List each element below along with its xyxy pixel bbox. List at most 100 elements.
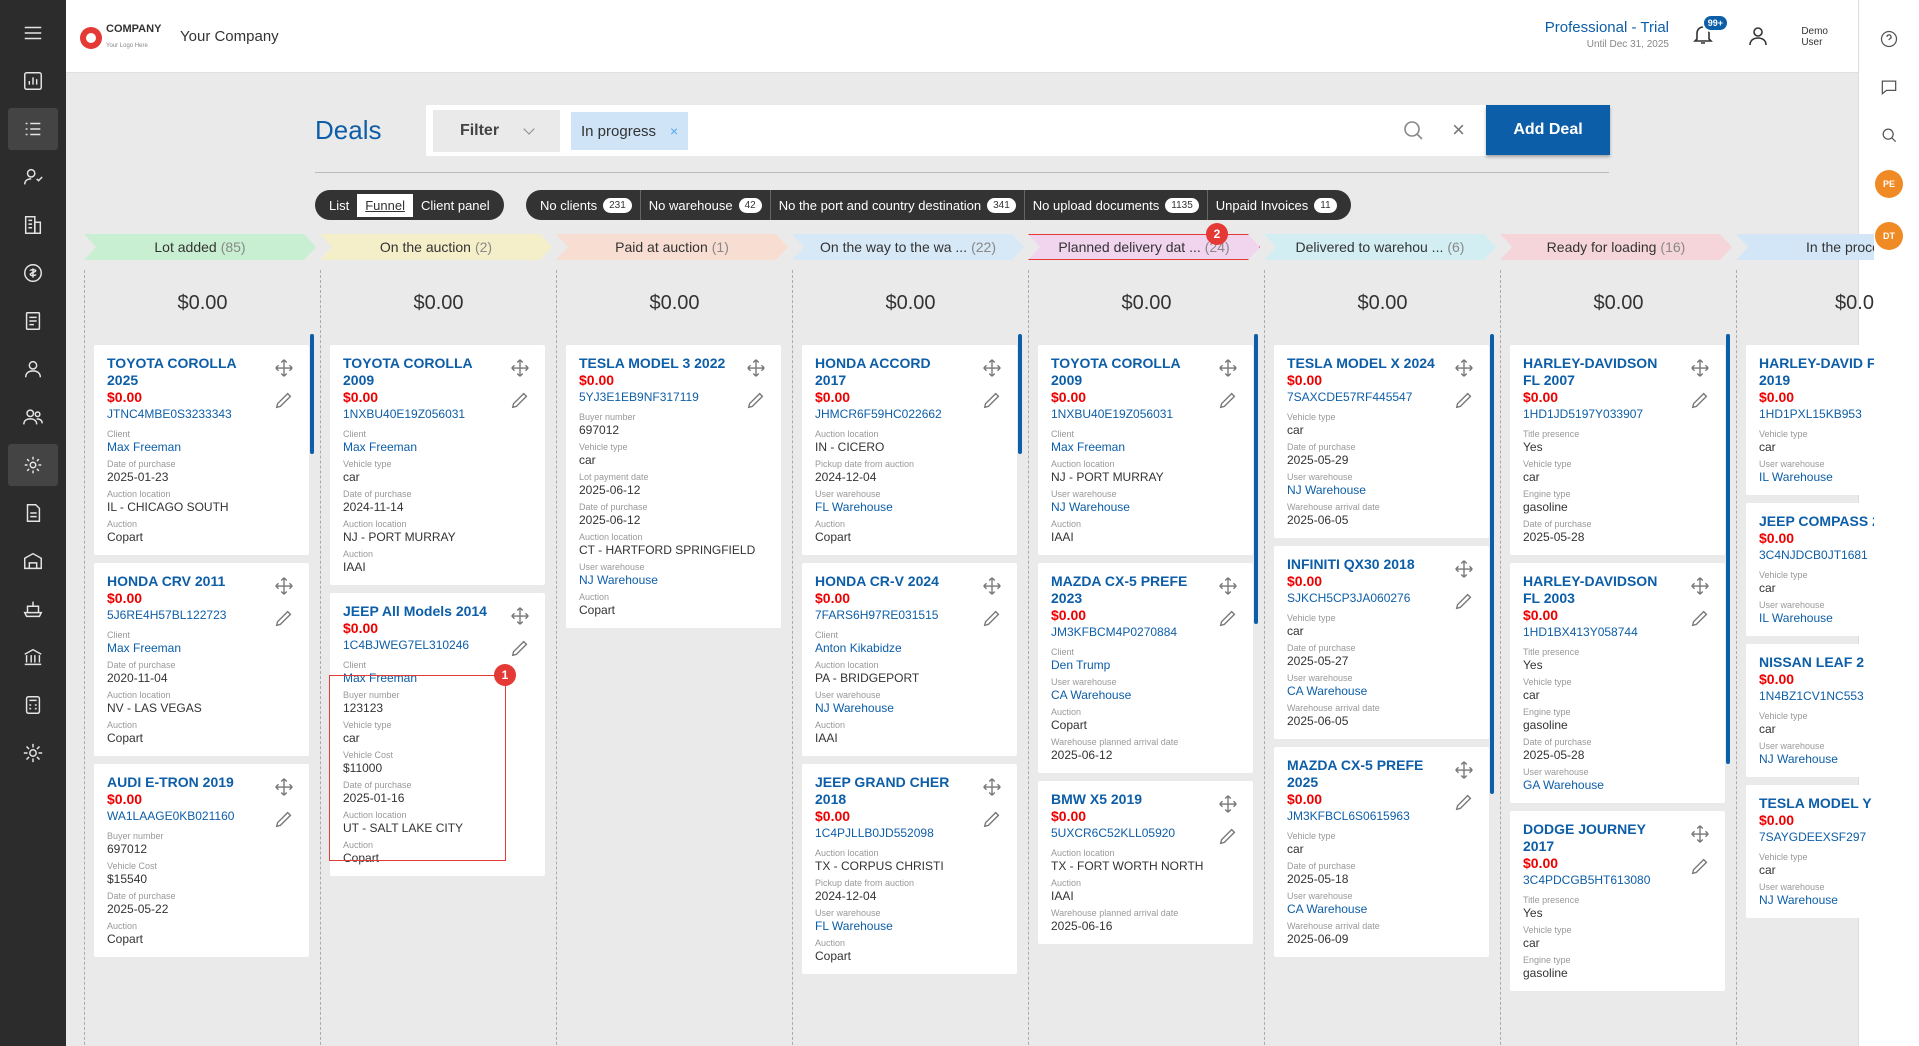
dashboard-icon[interactable]	[8, 60, 58, 102]
move-icon[interactable]	[273, 357, 295, 379]
deal-card[interactable]: DODGE JOURNEY 2017 $0.00 3C4PDCGB5HT613080…	[1510, 811, 1725, 991]
deal-card[interactable]: HONDA CR-V 2024 $0.00 7FARS6H97RE031515 Cli…	[802, 563, 1017, 756]
field-value[interactable]: NJ Warehouse	[1051, 500, 1241, 515]
deal-card[interactable]: HARLEY-DAVID FLSE 2019$0.001HD1PXL15KB95…	[1746, 345, 1874, 495]
stage-header[interactable]: On the way to the wa ... (22)	[792, 234, 1024, 260]
search-icon[interactable]	[1401, 118, 1425, 147]
user-name[interactable]: Demo User	[1801, 26, 1828, 48]
deal-vin[interactable]: 7SAXCDE57RF445547	[1287, 389, 1477, 406]
column-scrollbar[interactable]	[1490, 334, 1494, 794]
edit-pencil-icon[interactable]	[981, 607, 1003, 629]
deal-title[interactable]: TESLA MODEL Y 2025	[1759, 795, 1874, 812]
deal-vin[interactable]: JTNC4MBE0S3233343	[107, 406, 297, 423]
deal-vin[interactable]: 7FARS6H97RE031515	[815, 607, 1005, 624]
field-value[interactable]: Max Freeman	[107, 641, 297, 656]
move-icon[interactable]	[1453, 558, 1475, 580]
move-icon[interactable]	[1217, 793, 1239, 815]
chat-icon[interactable]	[1872, 70, 1906, 104]
deal-title[interactable]: JEEP All Models 2014	[343, 603, 493, 620]
deal-title[interactable]: JEEP COMPASS 2018	[1759, 513, 1874, 530]
tab-list[interactable]: List	[321, 194, 357, 217]
warehouse-icon[interactable]	[8, 540, 58, 582]
deal-vin[interactable]: JM3KFBCL6S0615963	[1287, 808, 1477, 825]
deal-vin[interactable]: 1NXBU40E19Z056031	[343, 406, 533, 423]
deal-card[interactable]: TESLA MODEL Y 2025$0.007SAYGDEEXSF297 Veh…	[1746, 785, 1874, 918]
quick-filter-no-upload-documents[interactable]: No upload documents 1135	[1025, 190, 1208, 220]
column-scrollbar[interactable]	[1726, 334, 1730, 764]
help-icon[interactable]	[1872, 22, 1906, 56]
field-value[interactable]: CA Warehouse	[1051, 688, 1241, 703]
deal-card[interactable]: AUDI E-TRON 2019 $0.00 WA1LAAGE0KB021160 Bu…	[94, 764, 309, 957]
move-icon[interactable]	[981, 575, 1003, 597]
avatar-pe[interactable]: PE	[1875, 170, 1903, 198]
move-icon[interactable]	[1453, 357, 1475, 379]
field-value[interactable]: NJ Warehouse	[1759, 752, 1874, 767]
field-value[interactable]: NJ Warehouse	[1759, 893, 1874, 908]
deal-title[interactable]: TOYOTA COROLLA 2009	[343, 355, 493, 389]
avatar-dt[interactable]: DT	[1875, 222, 1903, 250]
edit-pencil-icon[interactable]	[1689, 389, 1711, 411]
edit-pencil-icon[interactable]	[273, 607, 295, 629]
deal-card[interactable]: TESLA MODEL 3 2022 $0.00 5YJ3E1EB9NF317119…	[566, 345, 781, 628]
deal-title[interactable]: AUDI E-TRON 2019	[107, 774, 257, 791]
deal-title[interactable]: HARLEY-DAVID FLSE 2019	[1759, 355, 1874, 389]
deal-vin[interactable]: 3C4NJDCB0JT1681	[1759, 547, 1874, 564]
calculator-icon[interactable]	[8, 684, 58, 726]
quick-filter-no-port-destination[interactable]: No the port and country destination 341	[771, 190, 1025, 220]
deal-title[interactable]: JEEP GRAND CHER 2018	[815, 774, 965, 808]
edit-pencil-icon[interactable]	[981, 808, 1003, 830]
edit-pencil-icon[interactable]	[1453, 389, 1475, 411]
field-value[interactable]: IL Warehouse	[1759, 611, 1874, 626]
field-value[interactable]: GA Warehouse	[1523, 778, 1713, 793]
user-icon[interactable]	[8, 348, 58, 390]
tab-client-panel[interactable]: Client panel	[413, 194, 498, 217]
deal-vin[interactable]: WA1LAAGE0KB021160	[107, 808, 297, 825]
user-settings-icon[interactable]	[8, 444, 58, 486]
move-icon[interactable]	[1689, 357, 1711, 379]
deal-card[interactable]: MAZDA CX-5 PREFE 2025 $0.00 JM3KFBCL6S0615…	[1274, 747, 1489, 957]
move-icon[interactable]	[1217, 357, 1239, 379]
stage-header[interactable]: On the auction (2)	[320, 234, 552, 260]
company-logo[interactable]: COMPANY Your Logo Here	[80, 24, 161, 51]
field-value[interactable]: Max Freeman	[107, 440, 297, 455]
deal-title[interactable]: NISSAN LEAF 2	[1759, 654, 1874, 671]
edit-pencil-icon[interactable]	[1689, 607, 1711, 629]
edit-pencil-icon[interactable]	[1689, 855, 1711, 877]
deal-card[interactable]: TOYOTA COROLLA 2009 $0.00 1NXBU40E19Z05603…	[1038, 345, 1253, 555]
add-deal-button[interactable]: Add Deal	[1486, 105, 1610, 155]
move-icon[interactable]	[1689, 575, 1711, 597]
deal-title[interactable]: HARLEY-DAVIDSON FL 2007	[1523, 355, 1673, 389]
deal-title[interactable]: TESLA MODEL X 2024	[1287, 355, 1437, 372]
deal-card[interactable]: INFINITI QX30 2018 $0.00 SJKCH5CP3JA060276…	[1274, 546, 1489, 739]
documents-icon[interactable]	[8, 300, 58, 342]
field-value[interactable]: Max Freeman	[1051, 440, 1241, 455]
tab-funnel[interactable]: Funnel	[357, 193, 413, 217]
stage-header[interactable]: Lot added (85)	[84, 234, 316, 260]
deal-title[interactable]: INFINITI QX30 2018	[1287, 556, 1437, 573]
deal-vin[interactable]: 1NXBU40E19Z056031	[1051, 406, 1241, 423]
move-icon[interactable]	[981, 357, 1003, 379]
stage-header[interactable]: Delivered to warehou ... (6)	[1264, 234, 1496, 260]
users-icon[interactable]	[8, 396, 58, 438]
edit-pencil-icon[interactable]	[273, 808, 295, 830]
deal-title[interactable]: MAZDA CX-5 PREFE 2025	[1287, 757, 1437, 791]
deal-vin[interactable]: 5J6RE4H57BL122723	[107, 607, 297, 624]
field-value[interactable]: CA Warehouse	[1287, 902, 1477, 917]
deals-icon[interactable]	[8, 108, 58, 150]
quick-filter-no-warehouse[interactable]: No warehouse 42	[641, 190, 771, 220]
edit-pencil-icon[interactable]	[509, 389, 531, 411]
move-icon[interactable]	[745, 357, 767, 379]
edit-pencil-icon[interactable]	[1217, 825, 1239, 847]
deal-vin[interactable]: 1HD1PXL15KB953	[1759, 406, 1874, 423]
chip-close-icon[interactable]: ×	[670, 123, 678, 139]
deal-card[interactable]: NISSAN LEAF 2 $0.00 1N4BZ1CV1NC553 Vehicle …	[1746, 644, 1874, 777]
deal-title[interactable]: HARLEY-DAVIDSON FL 2003	[1523, 573, 1673, 607]
move-icon[interactable]	[1689, 823, 1711, 845]
deal-vin[interactable]: JM3KFBCM4P0270884	[1051, 624, 1241, 641]
finance-icon[interactable]	[8, 252, 58, 294]
field-value[interactable]: Max Freeman	[343, 440, 533, 455]
deal-card[interactable]: TESLA MODEL X 2024 $0.00 7SAXCDE57RF445547…	[1274, 345, 1489, 538]
deal-title[interactable]: BMW X5 2019	[1051, 791, 1201, 808]
hamburger-menu-icon[interactable]	[8, 12, 58, 54]
deal-title[interactable]: HONDA CRV 2011	[107, 573, 257, 590]
